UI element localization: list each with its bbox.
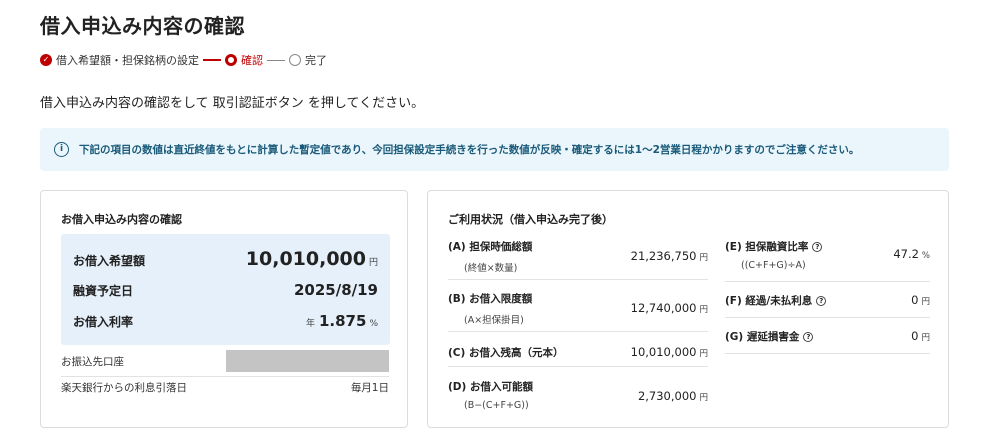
notice-banner: i 下記の項目の数値は直近終値をもとに計算した暫定値であり、今回担保設定手続きを… xyxy=(40,128,949,171)
item-label: (F) 経過/未払利息 xyxy=(725,295,813,307)
divider xyxy=(725,281,930,282)
step-setting: ✓ 借入希望額・担保銘柄の設定 xyxy=(40,52,199,68)
loan-summary-box: お借入希望額 10,010,000 円 融資予定日 2025/8/19 お借入利率… xyxy=(61,234,390,345)
item-label: (D) お借入可能額 xyxy=(448,381,533,393)
item-formula: ((C+F+G)÷A) xyxy=(741,260,806,271)
item-label: (C) お借入残高（元本） xyxy=(448,347,564,359)
item-formula: (A×担保掛目) xyxy=(464,315,524,326)
card-title: お借入申込み内容の確認 xyxy=(61,213,182,226)
item-label: (E) 担保融資比率 xyxy=(725,241,809,253)
step-confirm: 確認 xyxy=(225,52,263,68)
desired-amount-row: お借入希望額 10,010,000 円 xyxy=(73,248,378,270)
item-b-loan-limit: (B) お借入限度額 (A×担保掛目) 12,740,000 円 xyxy=(448,291,708,326)
item-value: 0 xyxy=(911,293,919,307)
item-f-accrued-interest: (F) 経過/未払利息? 0円 xyxy=(725,293,930,308)
item-value: 10,010,000 xyxy=(630,345,697,359)
step-label: 完了 xyxy=(305,54,327,67)
deposit-account-row: お振込先口座 xyxy=(61,350,389,372)
annual-prefix: 年 xyxy=(305,319,315,329)
masked-account-value xyxy=(226,350,389,372)
interest-debit-value: 毎月1日 xyxy=(350,382,389,394)
notice-text: 下記の項目の数値は直近終値をもとに計算した暫定値であり、今回担保設定手続きを行っ… xyxy=(79,144,860,156)
divider xyxy=(448,279,708,280)
item-value: 21,236,750 xyxy=(630,249,697,263)
percent-unit: % xyxy=(369,319,378,329)
yen-unit: 円 xyxy=(921,333,930,343)
yen-unit: 円 xyxy=(368,258,378,268)
loan-confirmation-card: お借入申込み内容の確認 お借入希望額 10,010,000 円 融資予定日 202… xyxy=(40,190,408,428)
yen-unit: 円 xyxy=(699,349,708,359)
step-label: 確認 xyxy=(241,54,263,67)
deposit-account-label: お振込先口座 xyxy=(61,355,124,368)
yen-unit: 円 xyxy=(699,253,708,263)
item-g-late-charges: (G) 遅延損害金? 0円 xyxy=(725,329,930,344)
step-connector xyxy=(203,59,221,61)
usage-status-card: ご利用状況（借入申込み完了後） (A) 担保時価総額 (終値×数量) 21,23… xyxy=(427,190,949,428)
desired-amount-label: お借入希望額 xyxy=(73,254,146,268)
current-step-icon xyxy=(225,54,237,66)
yen-unit: 円 xyxy=(699,305,708,315)
yen-unit: 円 xyxy=(699,393,708,403)
schedule-date-row: 融資予定日 2025/8/19 xyxy=(73,281,378,299)
step-complete: 完了 xyxy=(289,52,327,68)
divider xyxy=(725,317,930,318)
item-value: 0 xyxy=(911,329,919,343)
progress-steps: ✓ 借入希望額・担保銘柄の設定 確認 完了 xyxy=(40,52,327,68)
divider xyxy=(448,366,708,367)
item-value: 2,730,000 xyxy=(637,389,697,403)
percent-unit: % xyxy=(921,251,930,261)
item-label: (A) 担保時価総額 xyxy=(448,241,533,253)
interest-debit-label: 楽天銀行からの利息引落日 xyxy=(61,382,187,394)
check-icon: ✓ xyxy=(40,54,52,66)
divider xyxy=(725,353,930,354)
interest-rate-value: 1.875 xyxy=(318,312,367,330)
question-circle-icon[interactable]: ? xyxy=(816,296,827,306)
item-a-collateral-value: (A) 担保時価総額 (終値×数量) 21,236,750 円 xyxy=(448,239,708,274)
item-value: 12,740,000 xyxy=(630,301,697,315)
item-label: (B) お借入限度額 xyxy=(448,293,533,305)
divider xyxy=(61,376,389,377)
instruction-text: 借入申込み内容の確認をして 取引認証ボタン を押してください。 xyxy=(40,96,425,111)
yen-unit: 円 xyxy=(921,297,930,307)
pending-step-icon xyxy=(289,54,301,66)
item-value: 47.2 xyxy=(893,247,919,261)
schedule-date-label: 融資予定日 xyxy=(73,284,134,298)
item-d-available-amount: (D) お借入可能額 (B−(C+F+G)) 2,730,000 円 xyxy=(448,379,708,411)
item-label: (G) 遅延損害金 xyxy=(725,331,800,343)
item-c-loan-balance: (C) お借入残高（元本） 10,010,000 円 xyxy=(448,345,708,360)
divider xyxy=(448,331,708,332)
schedule-date-value: 2025/8/19 xyxy=(293,281,378,299)
desired-amount-value: 10,010,000 xyxy=(245,248,366,270)
item-formula: (終値×数量) xyxy=(464,263,518,274)
interest-rate-row: お借入利率 年 1.875% xyxy=(73,311,378,330)
info-icon: i xyxy=(54,142,69,157)
item-formula: (B−(C+F+G)) xyxy=(464,400,529,411)
page-title: 借入申込み内容の確認 xyxy=(40,14,245,38)
card-title: ご利用状況（借入申込み完了後） xyxy=(448,213,613,226)
question-circle-icon[interactable]: ? xyxy=(812,242,823,252)
item-e-collateral-ratio: (E) 担保融資比率? ((C+F+G)÷A) 47.2% xyxy=(725,239,930,271)
step-label: 借入希望額・担保銘柄の設定 xyxy=(56,54,199,67)
step-connector xyxy=(267,59,285,61)
interest-rate-label: お借入利率 xyxy=(73,315,134,329)
question-circle-icon[interactable]: ? xyxy=(803,332,814,342)
interest-debit-row: 楽天銀行からの利息引落日 毎月1日 xyxy=(61,380,389,395)
